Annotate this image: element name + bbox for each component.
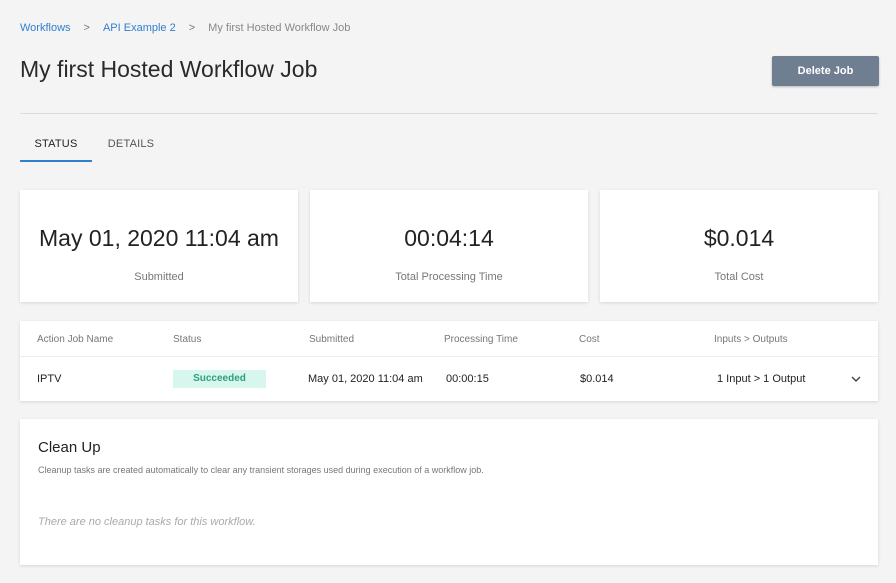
breadcrumb-separator: > <box>188 22 196 34</box>
stat-label: Total Processing Time <box>395 271 503 283</box>
stat-value: May 01, 2020 11:04 am <box>39 225 279 251</box>
job-inputs-outputs: 1 Input > 1 Output <box>717 373 806 385</box>
breadcrumb: Workflows > API Example 2 > My first Hos… <box>20 22 350 34</box>
stat-card-processing-time: 00:04:14 Total Processing Time <box>310 190 588 302</box>
action-jobs-table: Action Job Name Status Submitted Process… <box>20 321 878 401</box>
cleanup-title: Clean Up <box>38 439 101 456</box>
job-name: IPTV <box>37 373 62 385</box>
job-processing-time: 00:00:15 <box>446 373 489 385</box>
cleanup-description: Cleanup tasks are created automatically … <box>38 465 484 475</box>
chevron-down-icon[interactable] <box>850 373 862 385</box>
column-header-status: Status <box>173 334 202 345</box>
breadcrumb-current: My first Hosted Workflow Job <box>208 22 351 34</box>
table-header: Action Job Name Status Submitted Process… <box>20 321 878 357</box>
table-row[interactable]: IPTV Succeeded May 01, 2020 11:04 am 00:… <box>20 358 878 401</box>
job-submitted: May 01, 2020 11:04 am <box>308 373 423 385</box>
column-header-submitted: Submitted <box>309 334 355 345</box>
breadcrumb-link-workflows[interactable]: Workflows <box>20 22 71 34</box>
cleanup-panel: Clean Up Cleanup tasks are created autom… <box>20 419 878 565</box>
delete-job-button[interactable]: Delete Job <box>772 56 879 86</box>
stat-value: 00:04:14 <box>404 225 494 251</box>
breadcrumb-separator: > <box>83 22 90 34</box>
column-header-cost: Cost <box>579 334 600 345</box>
page-title: My first Hosted Workflow Job <box>20 56 318 82</box>
divider <box>20 113 878 114</box>
tab-details[interactable]: DETAILS <box>92 130 170 162</box>
breadcrumb-link-api-example[interactable]: API Example 2 <box>103 22 176 34</box>
stat-value: $0.014 <box>703 225 775 251</box>
tab-status[interactable]: STATUS <box>20 130 92 162</box>
status-badge: Succeeded <box>173 370 266 388</box>
job-cost: $0.014 <box>580 373 614 385</box>
stat-label: Submitted <box>134 271 184 283</box>
tab-bar: STATUS DETAILS <box>20 130 170 162</box>
column-header-processing-time: Processing Time <box>444 334 518 345</box>
stat-card-total-cost: $0.014 Total Cost <box>600 190 878 302</box>
column-header-inputs-outputs: Inputs > Outputs <box>714 334 788 345</box>
stat-card-submitted: May 01, 2020 11:04 am Submitted <box>20 190 298 302</box>
cleanup-empty-message: There are no cleanup tasks for this work… <box>38 516 256 528</box>
stat-label: Total Cost <box>714 271 764 283</box>
column-header-name: Action Job Name <box>37 334 114 345</box>
